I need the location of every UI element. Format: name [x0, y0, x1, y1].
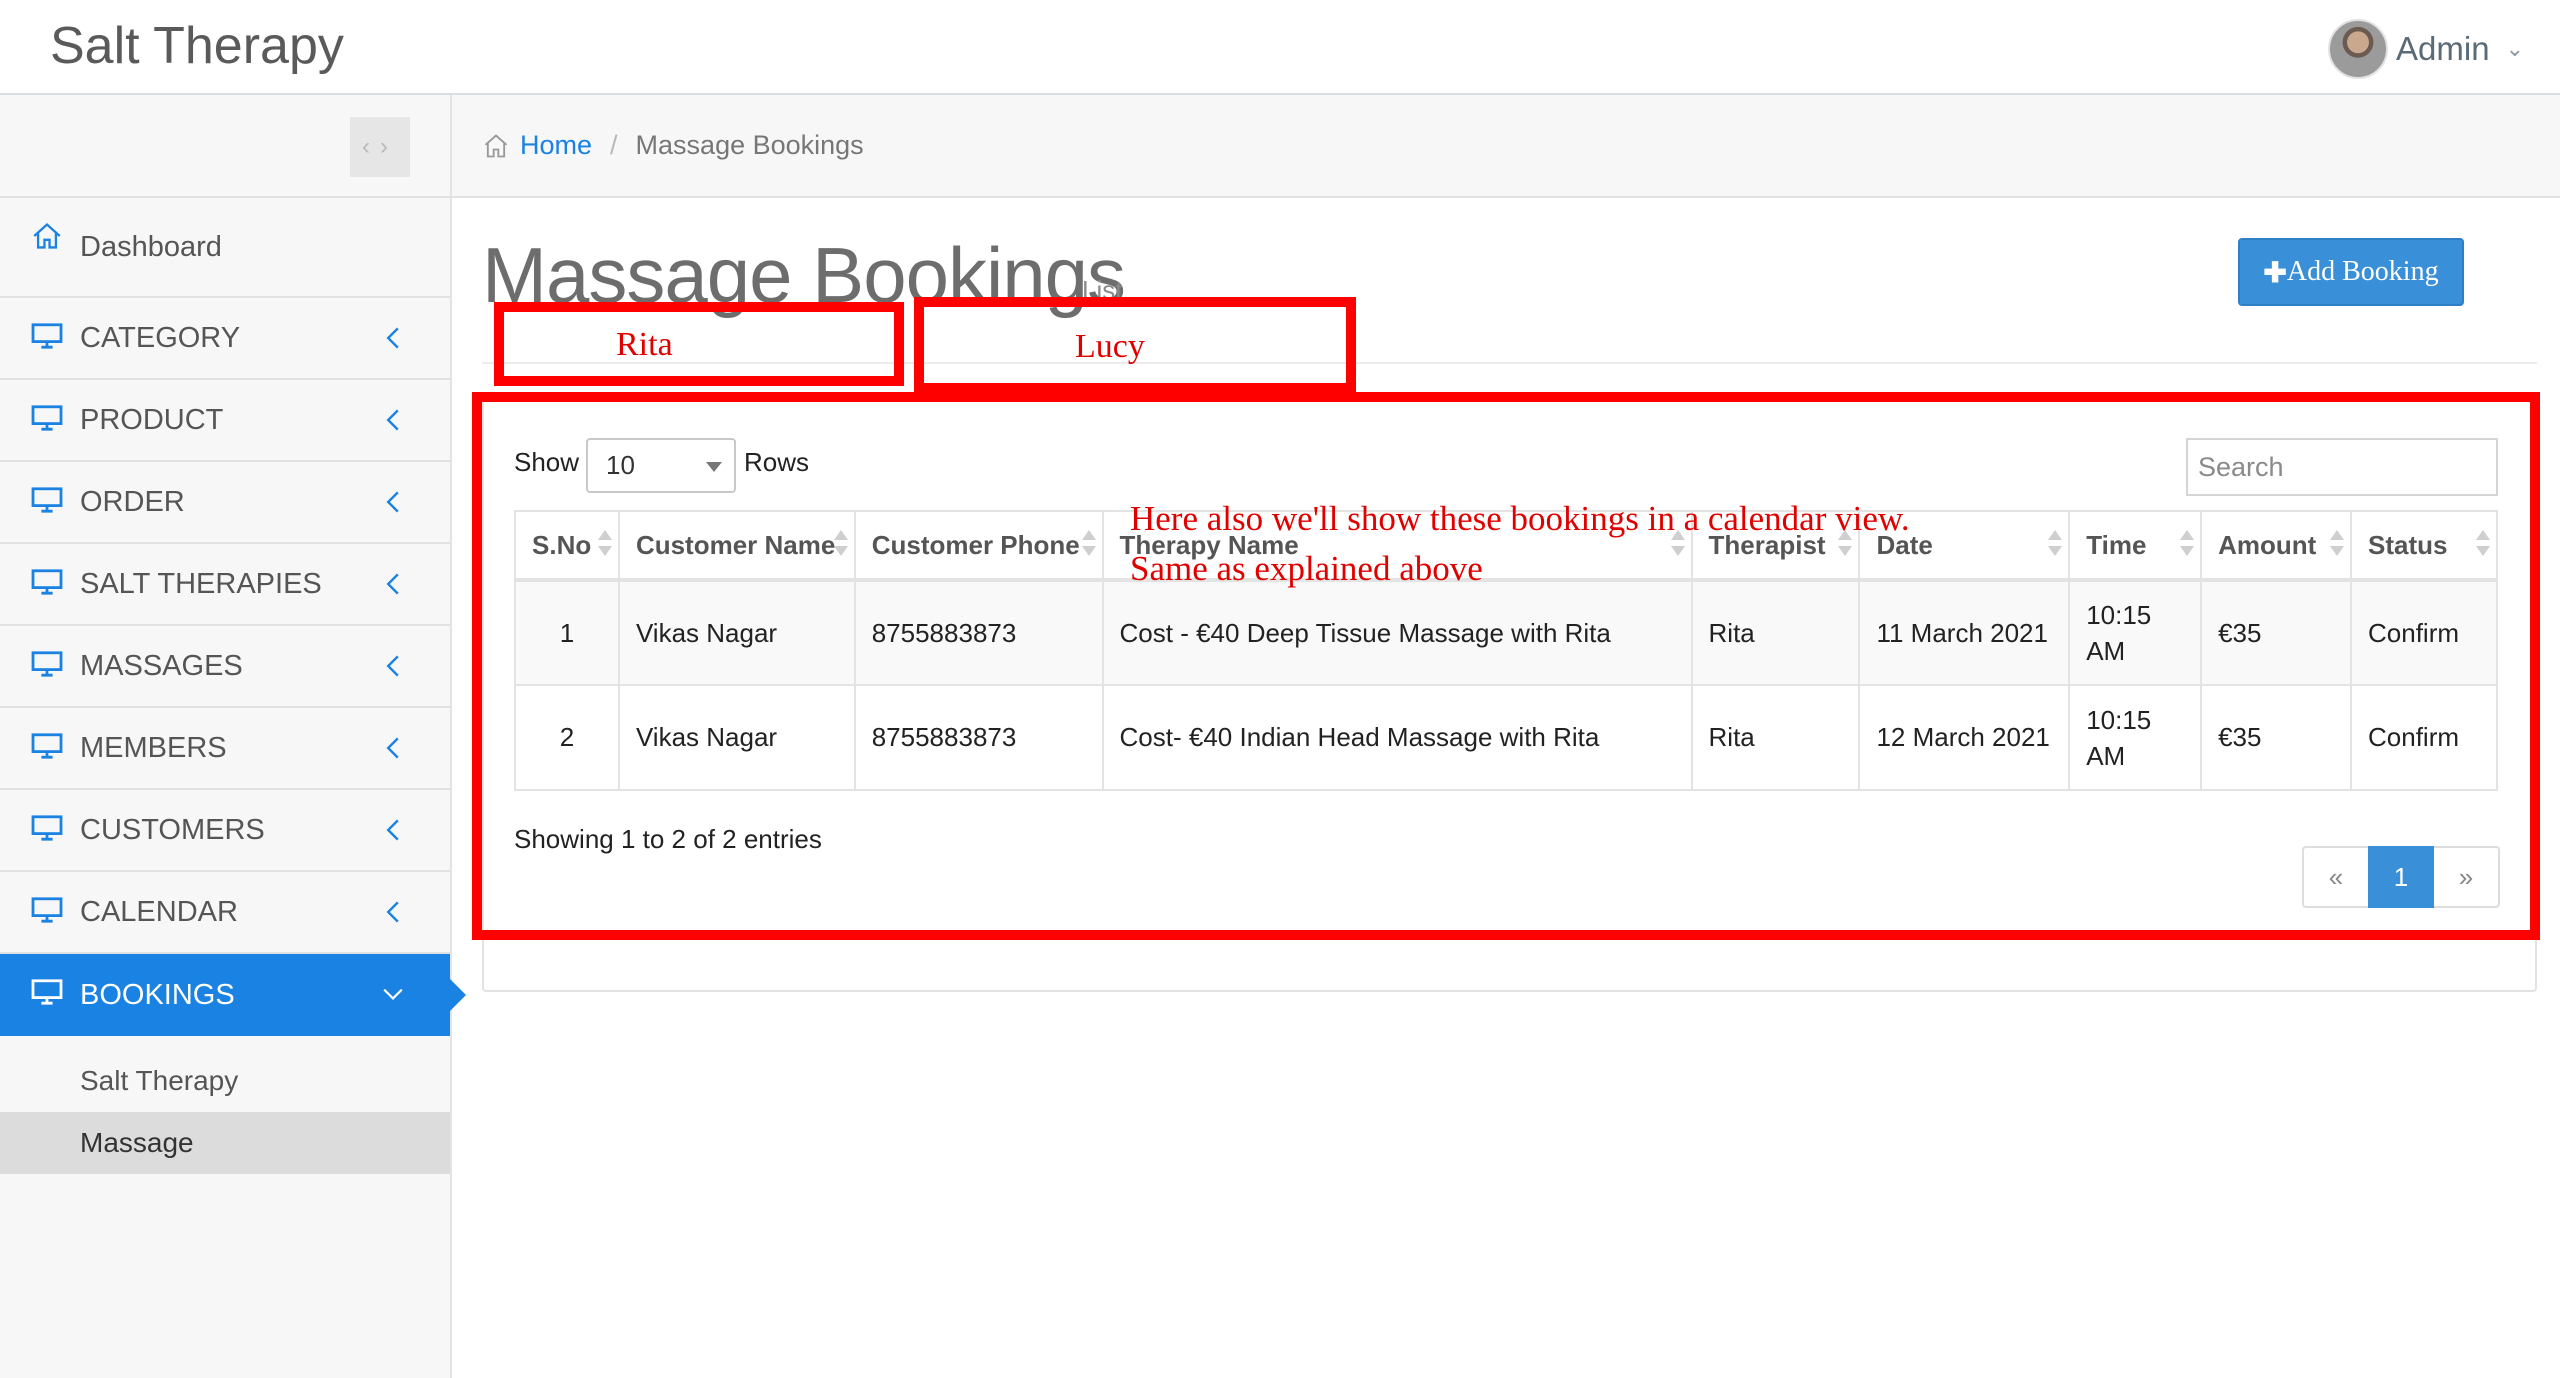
breadcrumb: Home / Massage Bookings — [452, 95, 2560, 198]
user-avatar[interactable] — [2328, 19, 2389, 79]
user-menu[interactable]: Admin ⌄ — [2328, 18, 2524, 80]
sidebar-item-massages[interactable]: MASSAGES — [0, 626, 450, 708]
chevron-down-icon[interactable]: ⌄ — [2506, 36, 2524, 62]
annotation-tab-rita-box — [494, 302, 904, 386]
monitor-icon — [31, 979, 63, 1005]
sidebar-item-label: ORDER — [80, 485, 185, 518]
sidebar-item-category[interactable]: CATEGORY — [0, 298, 450, 380]
monitor-icon — [31, 897, 63, 923]
sidebar-item-salt-therapies[interactable]: SALT THERAPIES — [0, 544, 450, 626]
add-booking-label: Add Booking — [2286, 256, 2439, 287]
annotation-note: Here also we'll show these bookings in a… — [1130, 494, 1910, 594]
chevron-left-icon — [386, 819, 399, 841]
chevron-left-icon — [386, 573, 399, 595]
sidebar-item-label: CATEGORY — [80, 321, 241, 354]
sidebar-item-label: CALENDAR — [80, 895, 238, 928]
monitor-icon — [31, 651, 63, 677]
sidebar-item-label: SALT THERAPIES — [80, 567, 322, 600]
annotation-calendar-box — [472, 392, 2540, 940]
monitor-icon — [31, 815, 63, 841]
chevron-left-right-icon: ‹› — [362, 133, 398, 160]
sidebar-item-label: Dashboard — [80, 230, 222, 263]
monitor-icon — [31, 405, 63, 431]
sidebar-item-bookings[interactable]: BOOKINGS — [0, 954, 466, 1036]
annotation-note-line-2: Same as explained above — [1130, 549, 1483, 588]
sidebar: ‹› Dashboard CATEGORY PRODUCT ORDER SALT THE… — [0, 95, 466, 1378]
chevron-left-icon — [386, 327, 399, 349]
sidebar-item-order[interactable]: ORDER — [0, 462, 450, 544]
sidebar-item-label: MASSAGES — [80, 649, 243, 682]
sidebar-item-label: BOOKINGS — [80, 978, 235, 1011]
chevron-left-icon — [386, 737, 399, 759]
sidebar-toggle-area: ‹› — [0, 95, 450, 198]
monitor-icon — [31, 487, 63, 513]
monitor-icon — [31, 733, 63, 759]
plus-icon: ✚ — [2263, 256, 2287, 288]
sidebar-subitem-massage[interactable]: Massage — [0, 1112, 450, 1174]
chevron-left-icon — [386, 491, 399, 513]
sidebar-item-dashboard[interactable]: Dashboard — [0, 198, 450, 298]
chevron-left-icon — [386, 409, 399, 431]
chevron-left-icon — [386, 901, 399, 923]
annotation-tab-rita[interactable]: Rita — [616, 326, 673, 364]
breadcrumb-current: Massage Bookings — [635, 130, 864, 160]
app-title[interactable]: Salt Therapy — [50, 16, 344, 76]
sidebar-subitem-salt-therapy[interactable]: Salt Therapy — [0, 1050, 450, 1112]
breadcrumb-home-link[interactable]: Home — [520, 130, 592, 161]
monitor-icon — [31, 323, 63, 349]
home-icon — [33, 223, 61, 249]
chevron-left-icon — [386, 655, 399, 677]
chevron-down-icon — [383, 988, 403, 1000]
sidebar-collapse-toggle[interactable]: ‹› — [350, 117, 410, 177]
sidebar-item-label: MEMBERS — [80, 731, 227, 764]
sidebar-item-label: CUSTOMERS — [80, 813, 265, 846]
user-name[interactable]: Admin — [2396, 30, 2490, 68]
top-header: Salt Therapy Admin ⌄ — [0, 0, 2560, 95]
sidebar-item-calendar[interactable]: CALENDAR — [0, 872, 450, 954]
sidebar-item-customers[interactable]: CUSTOMERS — [0, 790, 450, 872]
sidebar-item-members[interactable]: MEMBERS — [0, 708, 450, 790]
sidebar-item-product[interactable]: PRODUCT — [0, 380, 450, 462]
annotation-tab-lucy[interactable]: Lucy — [1075, 328, 1145, 366]
monitor-icon — [31, 569, 63, 595]
home-icon — [484, 133, 508, 157]
annotation-note-line-1: Here also we'll show these bookings in a… — [1130, 499, 1910, 538]
sidebar-item-label: PRODUCT — [80, 403, 224, 436]
breadcrumb-separator: / — [610, 130, 618, 160]
add-booking-button[interactable]: ✚ Add Booking — [2238, 238, 2464, 306]
